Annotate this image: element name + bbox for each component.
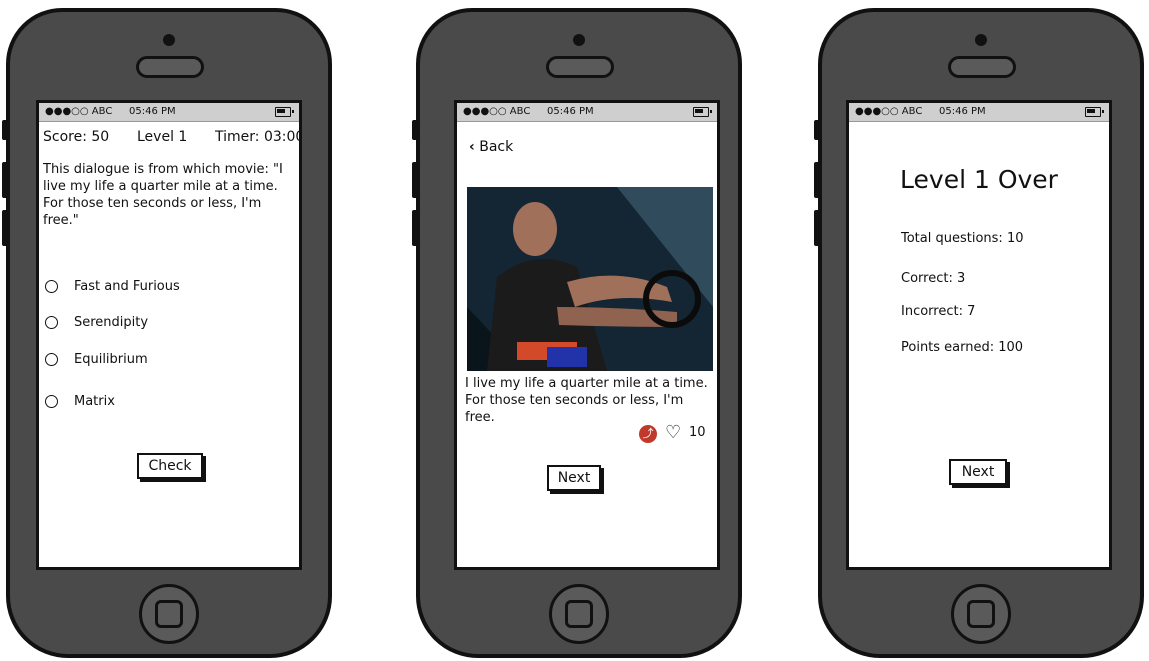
radio-button-icon[interactable]	[45, 316, 58, 329]
home-button[interactable]	[139, 584, 199, 644]
option-serendipity[interactable]: Serendipity	[45, 314, 148, 332]
chevron-left-icon: ‹	[469, 139, 475, 155]
battery-icon	[1085, 107, 1104, 117]
volume-up-button	[2, 162, 8, 198]
movie-still-image	[467, 187, 713, 371]
quiz-screen: ●●●○○ ABC 05:46 PM Score: 50 Level 1 Tim…	[36, 100, 302, 570]
home-square-icon	[155, 600, 183, 628]
volume-down-button	[2, 210, 8, 246]
correct-count-label: Correct: 3	[901, 271, 966, 286]
carrier-label: ●●●○○ ABC	[855, 106, 923, 117]
question-text: This dialogue is from which movie: "I li…	[43, 162, 283, 228]
heart-icon[interactable]: ♡	[665, 423, 681, 443]
volume-down-button	[814, 210, 820, 246]
timer-label: Timer: 03:00	[215, 129, 302, 145]
clock-label: 05:46 PM	[129, 106, 176, 117]
option-equilibrium[interactable]: Equilibrium	[45, 351, 148, 369]
back-button[interactable]: ‹ Back	[469, 139, 513, 155]
option-matrix[interactable]: Matrix	[45, 393, 115, 411]
movie-still-drawing	[467, 187, 713, 371]
speaker-grille	[948, 56, 1016, 78]
camera-icon	[163, 34, 175, 46]
level-label: Level 1	[137, 129, 188, 145]
option-label: Matrix	[74, 394, 115, 409]
speaker-grille	[546, 56, 614, 78]
mute-switch	[814, 120, 820, 140]
volume-down-button	[412, 210, 418, 246]
share-icon[interactable]: ⤴	[639, 425, 657, 443]
next-button[interactable]: Next	[949, 459, 1007, 485]
summary-screen: ●●●○○ ABC 05:46 PM Level 1 Over Total qu…	[846, 100, 1112, 570]
volume-up-button	[814, 162, 820, 198]
option-label: Equilibrium	[74, 352, 148, 367]
next-button[interactable]: Next	[547, 465, 601, 491]
camera-icon	[573, 34, 585, 46]
speaker-grille	[136, 56, 204, 78]
incorrect-count-label: Incorrect: 7	[901, 304, 976, 319]
battery-icon	[275, 107, 294, 117]
carrier-label: ●●●○○ ABC	[45, 106, 113, 117]
like-count: 10	[689, 425, 706, 440]
score-label: Score: 50	[43, 129, 110, 145]
home-square-icon	[565, 600, 593, 628]
total-questions-label: Total questions: 10	[901, 231, 1024, 246]
answer-screen: ●●●○○ ABC 05:46 PM ‹ Back I live my life…	[454, 100, 720, 570]
battery-icon	[693, 107, 712, 117]
mute-switch	[2, 120, 8, 140]
phone-answer: ●●●○○ ABC 05:46 PM ‹ Back I live my life…	[412, 8, 742, 658]
phone-quiz: ●●●○○ ABC 05:46 PM Score: 50 Level 1 Tim…	[2, 8, 332, 658]
clock-label: 05:46 PM	[547, 106, 594, 117]
volume-up-button	[412, 162, 418, 198]
back-label: Back	[479, 139, 514, 155]
option-fast-and-furious[interactable]: Fast and Furious	[45, 278, 180, 296]
points-earned-label: Points earned: 100	[901, 340, 1024, 355]
radio-button-icon[interactable]	[45, 395, 58, 408]
camera-icon	[975, 34, 987, 46]
option-label: Serendipity	[74, 315, 149, 330]
check-button[interactable]: Check	[137, 453, 203, 479]
status-bar: ●●●○○ ABC 05:46 PM	[457, 103, 717, 122]
level-over-title: Level 1 Over	[900, 165, 1058, 194]
caption-text: I live my life a quarter mile at a time.…	[465, 376, 708, 425]
carrier-label: ●●●○○ ABC	[463, 106, 531, 117]
home-square-icon	[967, 600, 995, 628]
status-bar: ●●●○○ ABC 05:46 PM	[849, 103, 1109, 122]
home-button[interactable]	[951, 584, 1011, 644]
clock-label: 05:46 PM	[939, 106, 986, 117]
home-button[interactable]	[549, 584, 609, 644]
option-label: Fast and Furious	[74, 279, 180, 294]
radio-button-icon[interactable]	[45, 353, 58, 366]
mute-switch	[412, 120, 418, 140]
phone-summary: ●●●○○ ABC 05:46 PM Level 1 Over Total qu…	[814, 8, 1144, 658]
status-bar: ●●●○○ ABC 05:46 PM	[39, 103, 299, 122]
radio-button-icon[interactable]	[45, 280, 58, 293]
